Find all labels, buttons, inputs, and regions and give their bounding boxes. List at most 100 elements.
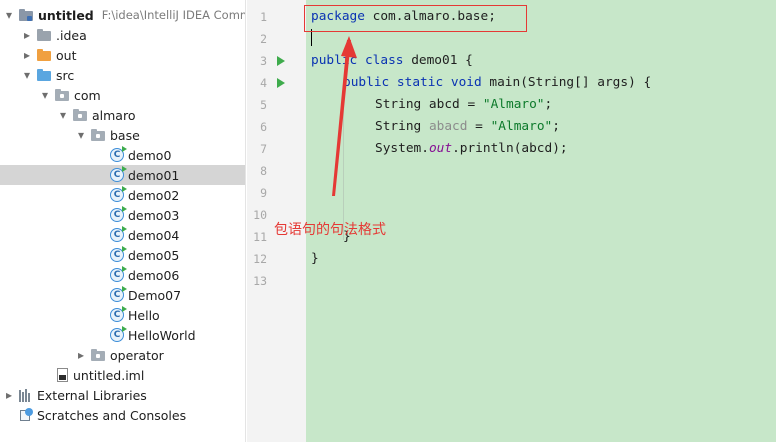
- println-call: .println(abcd);: [452, 141, 568, 156]
- line-number: 5: [260, 98, 267, 112]
- tree-item-label: Hello: [128, 307, 160, 323]
- line-number: 11: [253, 230, 267, 244]
- iml-file-icon: [57, 368, 68, 382]
- chevron-right-icon[interactable]: ▸: [20, 45, 34, 65]
- package-icon: [90, 348, 106, 362]
- tree-item-label: src: [56, 67, 75, 83]
- java-class-icon: C: [110, 266, 127, 282]
- tree-item-com[interactable]: ▾ com: [0, 85, 245, 105]
- package-icon: [72, 108, 88, 122]
- line-number: 3: [260, 54, 267, 68]
- tree-item--idea[interactable]: ▸ .idea: [0, 25, 245, 45]
- tree-item-untitled[interactable]: ▾ untitled F:\idea\IntelliJ IDEA Comm: [0, 5, 246, 25]
- class-declaration: demo01 {: [403, 53, 473, 68]
- java-class-icon: C: [110, 166, 127, 182]
- tree-item-demo07[interactable]: ▸CDemo07: [0, 285, 245, 305]
- keyword-public-static-void: public static void: [343, 75, 482, 90]
- tree-item-external-libraries[interactable]: ▸ External Libraries: [0, 385, 245, 405]
- tree-item-label: untitled: [38, 7, 94, 23]
- main-signature: main(String[] args) {: [481, 75, 652, 90]
- tree-item-label: untitled.iml: [73, 367, 145, 383]
- chevron-down-icon[interactable]: ▾: [2, 5, 16, 25]
- tree-item-label: External Libraries: [37, 387, 147, 403]
- tree-item-label: com: [74, 87, 101, 103]
- chevron-down-icon[interactable]: ▾: [74, 125, 88, 145]
- tree-item-scratches-and-consoles[interactable]: ▸Scratches and Consoles: [0, 405, 245, 425]
- chevron-right-icon[interactable]: ▸: [74, 345, 88, 365]
- system-ref: System.: [375, 141, 429, 156]
- tree-item-base[interactable]: ▾ base: [0, 125, 245, 145]
- run-gutter-icon[interactable]: [277, 78, 285, 88]
- folder-icon: [36, 48, 52, 62]
- code-line-4[interactable]: public static void main(String[] args) {: [343, 72, 651, 94]
- tree-item-label: demo03: [128, 207, 180, 223]
- tree-item-almaro[interactable]: ▾ almaro: [0, 105, 245, 125]
- line-number: 8: [260, 164, 267, 178]
- chevron-right-icon[interactable]: ▸: [2, 385, 16, 405]
- tree-item-label: Scratches and Consoles: [37, 407, 187, 423]
- tree-item-label: almaro: [92, 107, 136, 123]
- assign: =: [467, 119, 491, 134]
- line-number: 1: [260, 10, 267, 24]
- code-line-7[interactable]: System.out.println(abcd);: [375, 138, 568, 160]
- tree-item-demo05[interactable]: ▸Cdemo05: [0, 245, 245, 265]
- tree-item-demo02[interactable]: ▸Cdemo02: [0, 185, 245, 205]
- java-class-icon: C: [110, 286, 127, 302]
- static-field-out: out: [428, 141, 453, 156]
- string-literal: "Almaro": [482, 97, 545, 112]
- code-line-5[interactable]: String abcd = "Almaro";: [375, 94, 552, 116]
- folder-icon: [36, 28, 52, 42]
- line-number: 9: [260, 186, 267, 200]
- line-number: 4: [260, 76, 267, 90]
- annotation-text: 包语句的句法格式: [274, 222, 386, 238]
- tree-item-label: operator: [110, 347, 164, 363]
- chevron-right-icon[interactable]: ▸: [20, 25, 34, 45]
- tree-item-demo03[interactable]: ▸Cdemo03: [0, 205, 245, 225]
- code-line-6[interactable]: String abacd = "Almaro";: [375, 116, 560, 138]
- line-number: 6: [260, 120, 267, 134]
- scratches-icon: [19, 408, 33, 422]
- java-class-icon: C: [110, 226, 127, 242]
- tree-item-helloworld[interactable]: ▸CHelloWorld: [0, 325, 245, 345]
- tree-item-label: base: [110, 127, 140, 143]
- tree-item-out[interactable]: ▸ out: [0, 45, 245, 65]
- chevron-down-icon[interactable]: ▾: [20, 65, 34, 85]
- tree-item-hello[interactable]: ▸CHello: [0, 305, 245, 325]
- project-tree-panel: ▾ untitled F:\idea\IntelliJ IDEA Comm ▸ .ide…: [0, 0, 246, 442]
- tree-item-operator[interactable]: ▸ operator: [0, 345, 245, 365]
- closing-brace: }: [311, 251, 319, 266]
- tree-item-demo06[interactable]: ▸Cdemo06: [0, 265, 245, 285]
- decl-abcd: String abcd =: [375, 97, 483, 112]
- java-class-icon: C: [110, 306, 127, 322]
- type-string: String: [375, 119, 429, 134]
- package-icon: [54, 88, 70, 102]
- tree-item-label: demo04: [128, 227, 180, 243]
- java-class-icon: C: [110, 186, 127, 202]
- module-icon: [18, 8, 34, 22]
- code-line-3[interactable]: public class demo01 {: [311, 50, 473, 72]
- tree-item-demo01[interactable]: ▸Cdemo01: [0, 165, 245, 185]
- semicolon: ;: [552, 119, 560, 134]
- indent-guide: [343, 92, 344, 240]
- line-number: 12: [253, 252, 267, 266]
- line-number: 7: [260, 142, 267, 156]
- tree-item-label: demo0: [128, 147, 172, 163]
- tree-item-label: HelloWorld: [128, 327, 196, 343]
- code-line-12[interactable]: }: [311, 248, 319, 270]
- tree-item-label: .idea: [56, 27, 87, 43]
- chevron-down-icon[interactable]: ▾: [56, 105, 70, 125]
- tree-item-demo04[interactable]: ▸Cdemo04: [0, 225, 245, 245]
- tree-item-src[interactable]: ▾ src: [0, 65, 245, 85]
- tree-item-label: demo02: [128, 187, 180, 203]
- java-class-icon: C: [110, 326, 127, 342]
- package-icon: [90, 128, 106, 142]
- project-path: F:\idea\IntelliJ IDEA Comm: [101, 8, 246, 22]
- tree-item-untitled-iml[interactable]: ▸untitled.iml: [0, 365, 245, 385]
- java-class-icon: C: [110, 206, 127, 222]
- tree-item-demo0[interactable]: ▸Cdemo0: [0, 145, 245, 165]
- chevron-down-icon[interactable]: ▾: [38, 85, 52, 105]
- keyword-public: public: [311, 53, 358, 68]
- keyword-class: class: [364, 53, 404, 68]
- unused-variable: abacd: [428, 119, 468, 134]
- run-gutter-icon[interactable]: [277, 56, 285, 66]
